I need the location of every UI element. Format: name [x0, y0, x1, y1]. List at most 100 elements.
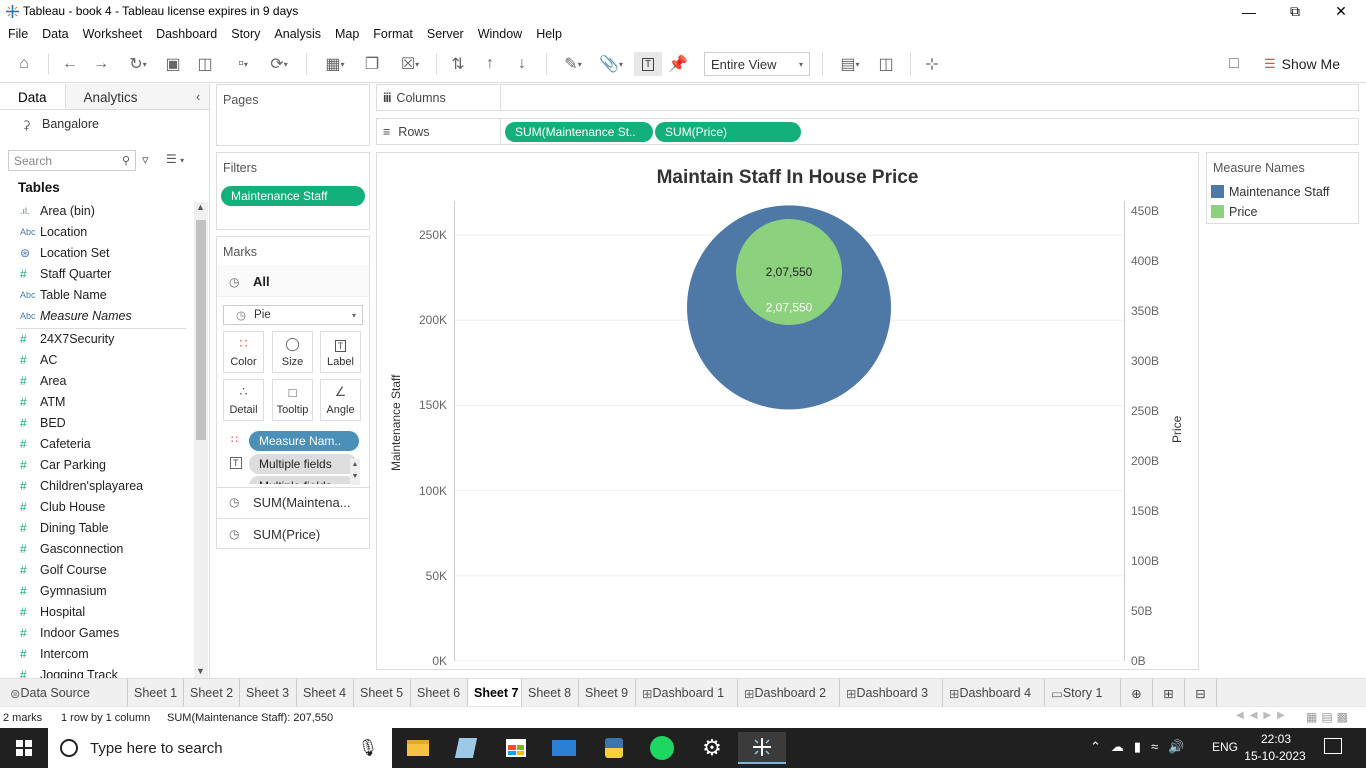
file-explorer-icon[interactable]	[394, 732, 442, 764]
menu-data[interactable]: Data	[42, 27, 68, 41]
settings-gear-icon[interactable]: ⚙	[688, 732, 736, 764]
sheet-tab[interactable]: ▭ Story 1	[1045, 679, 1121, 707]
sort-ascending-icon[interactable]: ↑	[478, 52, 502, 76]
sheet-tab[interactable]: ⊞ Dashboard 2	[738, 679, 840, 707]
sheet-tab[interactable]: ⊞ Dashboard 4	[943, 679, 1045, 707]
mail-icon[interactable]	[540, 732, 588, 764]
undo-icon[interactable]: ←	[58, 52, 82, 76]
sheet-tab[interactable]: Sheet 1	[128, 679, 184, 707]
legend-card[interactable]: Measure Names Maintenance Staff Price	[1206, 152, 1359, 224]
tab-data[interactable]: Data	[0, 84, 66, 109]
menu-server[interactable]: Server	[427, 27, 464, 41]
field-list-scrollbar[interactable]: ▲ ▼	[194, 202, 208, 678]
notifications-icon[interactable]	[1324, 738, 1342, 754]
tableau-taskbar-icon[interactable]	[738, 732, 786, 764]
menu-window[interactable]: Window	[478, 27, 522, 41]
filters-card[interactable]: Filters Maintenance Staff	[216, 152, 370, 230]
new-dashboard-tab-icon[interactable]: ⊞	[1153, 679, 1185, 707]
windows-start-icon[interactable]	[0, 732, 48, 764]
view-options-icon[interactable]: ☰ ▾	[166, 152, 184, 166]
share-icon[interactable]: ⊹	[920, 52, 944, 76]
python-icon[interactable]	[590, 732, 638, 764]
field-item[interactable]: # Staff Quarter	[0, 263, 190, 284]
new-worksheet-icon[interactable]: ▦ ▾	[317, 52, 353, 76]
marks-all-label[interactable]: All	[253, 274, 270, 289]
show-me-button[interactable]: ☰ Show Me	[1258, 52, 1346, 76]
group-members-icon[interactable]: 📎 ▾	[594, 52, 628, 76]
mark-pill-multiple-fields[interactable]: Multiple fields	[249, 454, 357, 474]
field-item[interactable]: # ATM	[0, 391, 190, 412]
field-item[interactable]: # Area	[0, 370, 190, 391]
sheet-view-icons[interactable]: ▦▤▩	[1306, 710, 1352, 724]
collapse-pane-icon[interactable]: ‹	[196, 89, 200, 104]
field-item[interactable]: # Club House	[0, 496, 190, 517]
sheet-tab[interactable]: Sheet 7	[468, 679, 522, 707]
close-button[interactable]: ✕	[1318, 0, 1364, 23]
label-button[interactable]: T Label	[320, 331, 361, 373]
marks-section-maintenance[interactable]: SUM(Maintena...	[253, 495, 351, 510]
tab-analytics[interactable]: Analytics	[65, 84, 209, 109]
sort-descending-icon[interactable]: ↓	[510, 52, 534, 76]
field-item[interactable]: # BED	[0, 412, 190, 433]
mark-pill-measure-names[interactable]: Measure Nam..	[249, 431, 359, 451]
marks-section-price[interactable]: SUM(Price)	[253, 527, 320, 542]
detail-button[interactable]: ∴ Detail	[223, 379, 264, 421]
field-item[interactable]: # Indoor Games	[0, 622, 190, 643]
menu-help[interactable]: Help	[536, 27, 562, 41]
taskbar-search[interactable]: Type here to search 🎙	[48, 728, 392, 768]
new-story-tab-icon[interactable]: ⊟	[1185, 679, 1217, 707]
field-item[interactable]: # Intercom	[0, 643, 190, 664]
highlight-icon[interactable]: ✎ ▾	[556, 52, 590, 76]
sheet-tab[interactable]: Sheet 6	[411, 679, 468, 707]
rows-shelf[interactable]: ≡ Rows SUM(Maintenance St.. SUM(Price)	[376, 118, 1359, 145]
clear-sheet-icon[interactable]: ☒ ▾	[392, 52, 428, 76]
size-button[interactable]: ◯ Size	[272, 331, 313, 373]
field-item[interactable]: # Gasconnection	[0, 538, 190, 559]
format-painter-icon[interactable]: □	[1222, 52, 1246, 76]
fix-axes-icon[interactable]: 📌	[666, 52, 690, 76]
sheet-tab[interactable]: ⊞ Dashboard 1	[636, 679, 738, 707]
field-item[interactable]: # Dining Table	[0, 517, 190, 538]
new-datasource-icon[interactable]: ◫	[193, 52, 217, 76]
new-worksheet-tab-icon[interactable]: ⊕	[1121, 679, 1153, 707]
store-icon[interactable]	[492, 732, 540, 764]
spotify-icon[interactable]	[638, 732, 686, 764]
tooltip-button[interactable]: □ Tooltip	[272, 379, 313, 421]
show-hide-cards-icon[interactable]: ▤ ▾	[832, 52, 868, 76]
field-item[interactable]: # Cafeteria	[0, 433, 190, 454]
marks-scrollbar[interactable]: ▲ ▼	[350, 459, 360, 485]
replay-icon[interactable]: ↻ ▾	[120, 52, 156, 76]
field-item[interactable]: # AC	[0, 349, 190, 370]
microphone-icon[interactable]: 🎙	[358, 738, 378, 758]
menu-dashboard[interactable]: Dashboard	[156, 27, 217, 41]
color-button[interactable]: ∷ Color	[223, 331, 264, 373]
clock-date[interactable]: 15-10-2023	[1240, 749, 1310, 763]
field-item[interactable]: ⊛ Location Set	[0, 242, 190, 263]
field-item[interactable]: Abc Table Name	[0, 284, 190, 305]
notes-app-icon[interactable]	[442, 732, 490, 764]
sheet-tab[interactable]: ⊜ Data Source	[4, 679, 128, 707]
duplicate-sheet-icon[interactable]: ❐	[360, 52, 384, 76]
pages-card[interactable]: Pages	[216, 84, 370, 146]
redo-icon[interactable]: →	[89, 52, 113, 76]
field-item[interactable]: Abc Location	[0, 221, 190, 242]
show-mark-labels-icon[interactable]: T	[634, 52, 662, 76]
datasource-name[interactable]: Bangalore	[42, 117, 99, 131]
field-item[interactable]: .ıl. Area (bin)	[0, 200, 190, 221]
sheet-tab[interactable]: Sheet 2	[184, 679, 240, 707]
legend-item-price[interactable]: Price	[1229, 205, 1257, 219]
row-pill-price[interactable]: SUM(Price)	[655, 122, 801, 142]
field-item[interactable]: # Car Parking	[0, 454, 190, 475]
sheet-tab[interactable]: Sheet 4	[297, 679, 354, 707]
pause-updates-icon[interactable]: ▫ ▾	[225, 52, 261, 76]
menu-story[interactable]: Story	[231, 27, 260, 41]
presentation-mode-icon[interactable]: ◫	[874, 52, 898, 76]
field-item[interactable]: #24X7Security	[0, 328, 190, 349]
language-indicator[interactable]: ENG	[1212, 740, 1238, 754]
viz-area[interactable]: Maintain Staff In House Price Maintenanc…	[376, 152, 1199, 670]
filter-icon[interactable]: ▿	[142, 152, 149, 168]
columns-shelf[interactable]: iii Columns	[376, 84, 1359, 111]
mark-pill-multiple-fields-2[interactable]: Multiple fields	[249, 476, 357, 484]
refresh-icon[interactable]: ⟳ ▾	[264, 52, 294, 76]
home-icon[interactable]: ⌂	[10, 52, 38, 76]
